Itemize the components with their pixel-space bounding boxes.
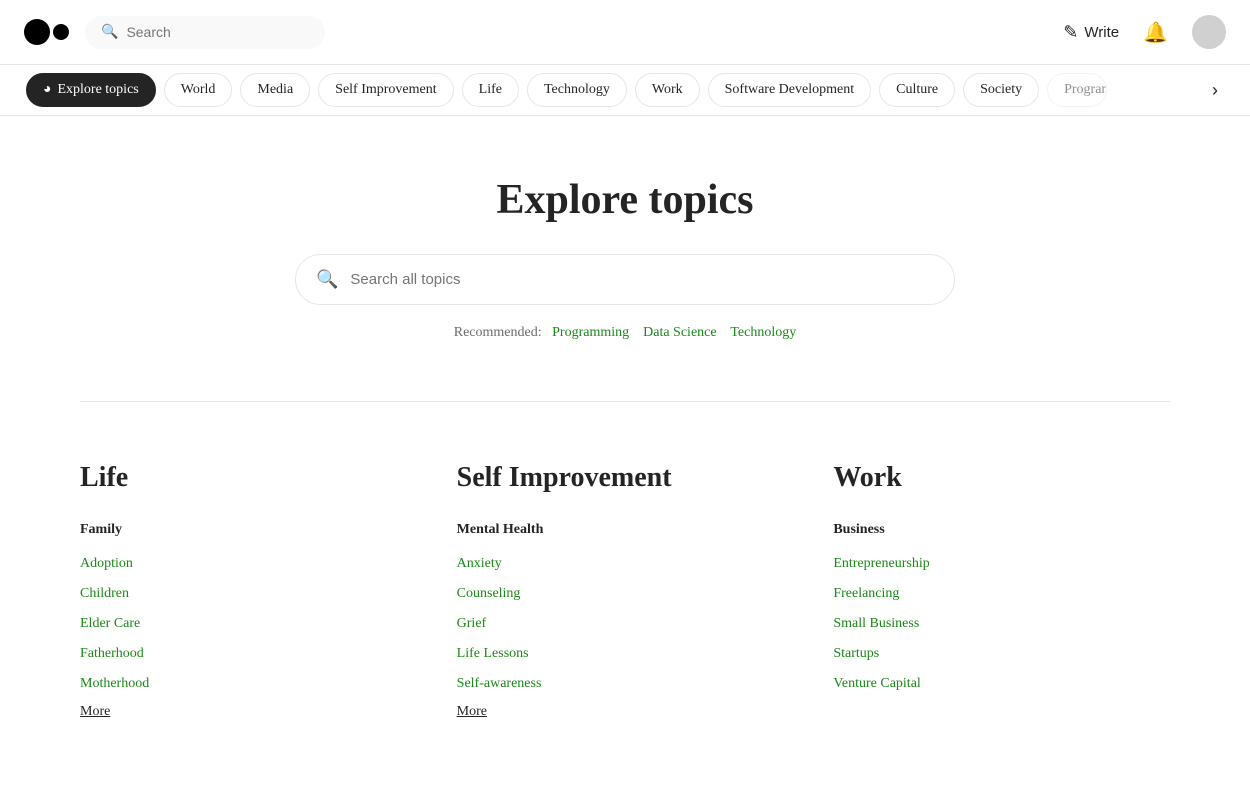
- link-anxiety[interactable]: Anxiety: [457, 556, 502, 571]
- list-item: Grief: [457, 608, 794, 638]
- nav-item-life-label: Life: [479, 82, 502, 98]
- topic-nav: ◕ Explore topics World Media Self Improv…: [0, 65, 1250, 116]
- subcategory-business-links: Entrepreneurship Freelancing Small Busin…: [833, 548, 1170, 698]
- link-motherhood[interactable]: Motherhood: [80, 676, 149, 691]
- link-self-awareness[interactable]: Self-awareness: [457, 676, 542, 691]
- subcategory-business: Business Entrepreneurship Freelancing Sm…: [833, 522, 1170, 698]
- category-work: Work Business Entrepreneurship Freelanci…: [833, 462, 1170, 740]
- header-right: ✎ Write 🔔: [1063, 15, 1226, 49]
- header-search-input[interactable]: [126, 24, 286, 40]
- topics-grid: Life Family Adoption Children Elder Care…: [80, 422, 1170, 800]
- hero-search-icon: 🔍: [316, 269, 338, 290]
- subcategory-business-title: Business: [833, 522, 1170, 538]
- subcategory-family-links: Adoption Children Elder Care Fatherhood …: [80, 548, 417, 698]
- list-item: Freelancing: [833, 578, 1170, 608]
- category-self-improvement-title: Self Improvement: [457, 462, 794, 494]
- hero-section: Explore topics 🔍 Recommended: Programmin…: [80, 116, 1170, 381]
- list-item: Fatherhood: [80, 638, 417, 668]
- hero-title: Explore topics: [80, 176, 1170, 224]
- nav-item-software-development-label: Software Development: [725, 82, 854, 98]
- link-small-business[interactable]: Small Business: [833, 616, 919, 631]
- category-life: Life Family Adoption Children Elder Care…: [80, 462, 417, 740]
- link-freelancing[interactable]: Freelancing: [833, 586, 899, 601]
- subcategory-mental-health-title: Mental Health: [457, 522, 794, 538]
- link-counseling[interactable]: Counseling: [457, 586, 521, 601]
- main-content: Explore topics 🔍 Recommended: Programmin…: [0, 116, 1250, 800]
- link-entrepreneurship[interactable]: Entrepreneurship: [833, 556, 929, 571]
- nav-item-society[interactable]: Society: [963, 73, 1039, 107]
- link-fatherhood[interactable]: Fatherhood: [80, 646, 144, 661]
- list-item: Children: [80, 578, 417, 608]
- nav-item-technology-label: Technology: [544, 82, 610, 98]
- list-item: Startups: [833, 638, 1170, 668]
- nav-item-self-improvement[interactable]: Self Improvement: [318, 73, 453, 107]
- nav-item-media[interactable]: Media: [240, 73, 310, 107]
- list-item: Venture Capital: [833, 668, 1170, 698]
- logo[interactable]: [24, 19, 69, 45]
- nav-item-culture-label: Culture: [896, 82, 938, 98]
- list-item: Elder Care: [80, 608, 417, 638]
- list-item: Adoption: [80, 548, 417, 578]
- nav-item-life[interactable]: Life: [462, 73, 519, 107]
- recommended-link-data-science[interactable]: Data Science: [643, 325, 716, 340]
- recommended-label: Recommended:: [454, 325, 542, 340]
- nav-item-culture[interactable]: Culture: [879, 73, 955, 107]
- recommended-link-technology[interactable]: Technology: [730, 325, 796, 340]
- list-item: Counseling: [457, 578, 794, 608]
- subcategory-mental-health: Mental Health Anxiety Counseling Grief L…: [457, 522, 794, 720]
- link-adoption[interactable]: Adoption: [80, 556, 133, 571]
- nav-item-self-improvement-label: Self Improvement: [335, 82, 436, 98]
- link-grief[interactable]: Grief: [457, 616, 487, 631]
- list-item: Life Lessons: [457, 638, 794, 668]
- avatar[interactable]: [1192, 15, 1226, 49]
- family-more-link[interactable]: More: [80, 704, 110, 720]
- hero-search-input[interactable]: [350, 271, 934, 288]
- link-life-lessons[interactable]: Life Lessons: [457, 646, 529, 661]
- nav-item-work[interactable]: Work: [635, 73, 700, 107]
- nav-chevron-right[interactable]: ›: [1204, 76, 1226, 105]
- list-item: Self-awareness: [457, 668, 794, 698]
- hero-search-box[interactable]: 🔍: [295, 254, 955, 305]
- category-life-title: Life: [80, 462, 417, 494]
- link-children[interactable]: Children: [80, 586, 129, 601]
- list-item: Entrepreneurship: [833, 548, 1170, 578]
- link-elder-care[interactable]: Elder Care: [80, 616, 140, 631]
- list-item: Anxiety: [457, 548, 794, 578]
- nav-item-world[interactable]: World: [164, 73, 233, 107]
- subcategory-family: Family Adoption Children Elder Care Fath…: [80, 522, 417, 720]
- topic-nav-inner: ◕ Explore topics World Media Self Improv…: [24, 65, 1204, 115]
- nav-item-programming-label: Programming: [1064, 82, 1107, 98]
- nav-item-explore-topics-label: Explore topics: [57, 82, 138, 98]
- nav-item-explore-topics[interactable]: ◕ Explore topics: [26, 73, 156, 107]
- list-item: Motherhood: [80, 668, 417, 698]
- write-button[interactable]: ✎ Write: [1063, 22, 1119, 43]
- notifications-icon[interactable]: 🔔: [1143, 20, 1168, 45]
- subcategory-family-title: Family: [80, 522, 417, 538]
- section-divider: [80, 401, 1170, 402]
- nav-item-software-development[interactable]: Software Development: [708, 73, 871, 107]
- write-label: Write: [1084, 24, 1119, 41]
- mental-health-more-link[interactable]: More: [457, 704, 487, 720]
- category-work-title: Work: [833, 462, 1170, 494]
- subcategory-mental-health-links: Anxiety Counseling Grief Life Lessons Se…: [457, 548, 794, 698]
- header-search-icon: 🔍: [101, 24, 118, 41]
- list-item: Small Business: [833, 608, 1170, 638]
- recommended-section: Recommended: Programming Data Science Te…: [80, 325, 1170, 341]
- link-venture-capital[interactable]: Venture Capital: [833, 676, 920, 691]
- nav-item-technology[interactable]: Technology: [527, 73, 627, 107]
- link-startups[interactable]: Startups: [833, 646, 879, 661]
- recommended-link-programming[interactable]: Programming: [552, 325, 629, 340]
- nav-item-society-label: Society: [980, 82, 1022, 98]
- logo-icon: [24, 19, 69, 45]
- compass-icon: ◕: [43, 82, 51, 98]
- nav-item-programming[interactable]: Programming: [1047, 73, 1107, 107]
- header-search-box[interactable]: 🔍: [85, 16, 325, 49]
- nav-item-world-label: World: [181, 82, 216, 98]
- nav-item-work-label: Work: [652, 82, 683, 98]
- write-icon: ✎: [1063, 22, 1078, 43]
- category-self-improvement: Self Improvement Mental Health Anxiety C…: [457, 462, 794, 740]
- nav-item-media-label: Media: [257, 82, 293, 98]
- header: 🔍 ✎ Write 🔔: [0, 0, 1250, 65]
